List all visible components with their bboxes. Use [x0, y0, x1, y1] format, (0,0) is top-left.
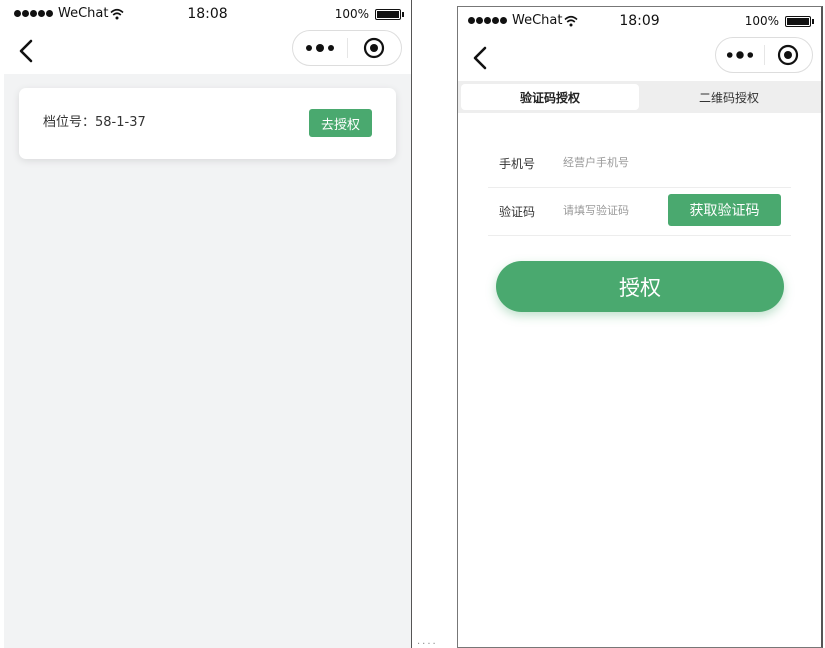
tab-sms-code-auth[interactable]: 验证码授权	[461, 84, 639, 110]
chevron-left-icon[interactable]	[14, 38, 40, 64]
battery-icon	[785, 15, 814, 27]
code-row: 验证码 获取验证码	[488, 185, 791, 236]
get-code-button[interactable]: 获取验证码	[668, 194, 781, 226]
separator-dots: ....	[417, 636, 438, 647]
status-bar: WeChat 18:08 100%	[4, 0, 411, 28]
nav-bar	[458, 35, 821, 81]
tab-qr-code-auth[interactable]: 二维码授权	[639, 84, 819, 110]
miniprogram-capsule	[715, 37, 813, 73]
more-dots-icon	[726, 51, 753, 59]
chevron-left-icon[interactable]	[468, 45, 494, 71]
target-circle-icon	[364, 37, 385, 59]
stall-card: 档位号：58-1-37 去授权	[19, 88, 396, 159]
phone-label: 手机号	[499, 157, 536, 171]
nav-bar	[4, 28, 411, 74]
more-button[interactable]	[293, 31, 347, 65]
go-authorize-button[interactable]: 去授权	[309, 109, 372, 137]
code-input[interactable]	[563, 197, 643, 223]
close-button[interactable]	[765, 38, 813, 72]
battery-percent: 100%	[334, 7, 369, 21]
stall-number-label: 档位号：58-1-37	[43, 115, 146, 130]
auth-tabs: 验证码授权 二维码授权	[458, 81, 821, 113]
right-phone-screen: WeChat 18:09 100% 验证码授权 二维码授权 手机号 经营户手机号…	[457, 6, 823, 648]
miniprogram-capsule	[292, 30, 402, 66]
code-label: 验证码	[499, 205, 536, 219]
phone-input[interactable]	[563, 149, 713, 175]
status-right: 100%	[334, 7, 404, 21]
left-phone-screen: WeChat 18:08 100% 档位号：58-1-37 去授权	[4, 0, 412, 648]
battery-icon	[375, 8, 404, 20]
page-body: 档位号：58-1-37 去授权	[4, 74, 411, 648]
close-button[interactable]	[348, 31, 402, 65]
authorize-submit-button[interactable]: 授权	[496, 261, 784, 312]
status-right: 100%	[744, 14, 814, 28]
more-dots-icon	[305, 44, 334, 52]
battery-percent: 100%	[744, 14, 779, 28]
phone-row: 手机号	[488, 137, 791, 188]
status-bar: WeChat 18:09 100%	[458, 7, 821, 35]
target-circle-icon	[778, 44, 799, 66]
more-button[interactable]	[716, 38, 764, 72]
screenshot-canvas: WeChat 18:08 100% 档位号：58-1-37 去授权 WeChat…	[0, 0, 825, 648]
